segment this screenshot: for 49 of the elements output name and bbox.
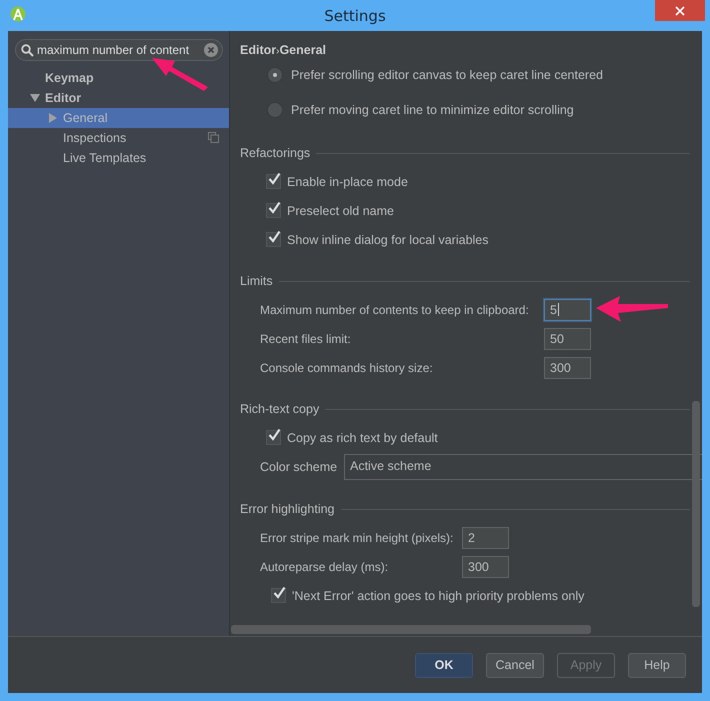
field-label: Console commands history size: — [260, 360, 434, 374]
android-app-icon — [10, 6, 26, 24]
field-label: Autoreparse delay (ms): — [260, 560, 390, 574]
radio-button[interactable] — [267, 102, 283, 118]
option-label: Enable in-place mode — [287, 174, 408, 188]
tree-item[interactable]: General — [8, 108, 229, 128]
dialog-button[interactable]: OK — [415, 652, 473, 678]
dialog-button[interactable]: Cancel — [486, 652, 544, 678]
tree-item[interactable]: Inspections — [8, 128, 229, 148]
field-label: Color scheme — [260, 460, 338, 474]
option-label: Show inline dialog for local variables — [287, 232, 489, 246]
close-icon — [675, 6, 685, 16]
tree-item[interactable]: Keymap — [8, 68, 229, 88]
field-label: Maximum number of contents to keep in clipboard: — [260, 302, 530, 316]
checkbox[interactable] — [266, 232, 281, 247]
option-label: 'Next Error' action goes to high priority problems only — [292, 588, 584, 602]
dialog-button[interactable]: Help — [628, 652, 686, 678]
number-field[interactable]: 300 — [544, 356, 591, 378]
breadcrumb: Editor›General — [240, 43, 328, 57]
option-label: Preselect old name — [287, 204, 394, 218]
tree-item[interactable]: Editor — [8, 88, 229, 108]
clear-icon[interactable] — [204, 43, 218, 57]
option-label: Copy as rich text by default — [287, 430, 438, 444]
checkbox[interactable] — [266, 174, 281, 189]
option-label: Prefer moving caret line to minimize editor scrolling — [291, 102, 574, 116]
checkbox[interactable] — [266, 430, 281, 445]
number-field[interactable]: 5 — [544, 298, 591, 320]
section-title: Error highlighting — [240, 502, 334, 516]
section-title: Rich-text copy — [240, 402, 320, 416]
number-field[interactable]: 2 — [462, 526, 509, 548]
section-title: Limits — [240, 274, 273, 288]
number-field[interactable]: 50 — [544, 328, 591, 350]
checkbox[interactable] — [271, 588, 286, 603]
field-label: Recent files limit: — [260, 332, 352, 346]
radio-button[interactable] — [267, 67, 283, 83]
tree-item[interactable]: Live Templates — [8, 148, 229, 168]
search-field[interactable]: maximum number of content — [15, 39, 223, 61]
dropdown[interactable]: Active scheme — [344, 454, 702, 480]
scrollbar[interactable] — [692, 401, 700, 607]
section-title: Refactorings — [240, 146, 310, 160]
search-icon — [21, 44, 34, 56]
window-title: Settings — [324, 6, 386, 24]
field-label: Error stripe mark min height (pixels): — [260, 530, 454, 544]
expand-arrow-icon[interactable] — [30, 93, 40, 103]
close-button[interactable] — [655, 0, 705, 21]
checkbox[interactable] — [266, 203, 281, 218]
scrollbar[interactable] — [231, 625, 591, 634]
number-field[interactable]: 300 — [462, 556, 509, 578]
option-label: Prefer scrolling editor canvas to keep caret line centered — [291, 68, 603, 82]
